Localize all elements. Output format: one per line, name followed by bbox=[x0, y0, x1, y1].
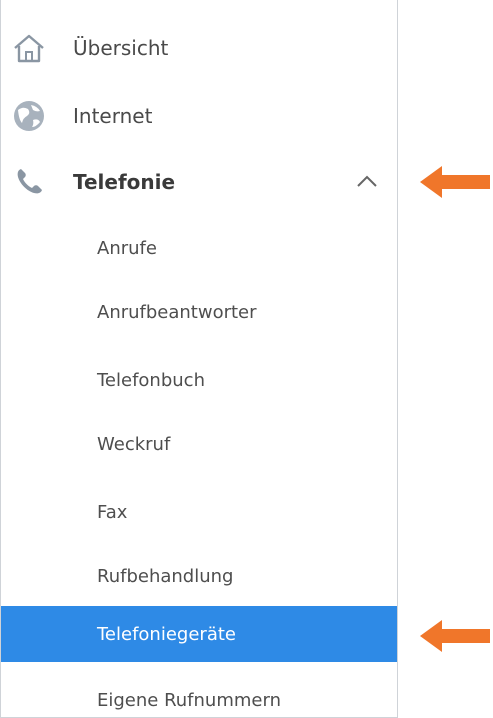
submenu-item-label: Weckruf bbox=[97, 433, 171, 455]
sidebar-item-uebersicht[interactable]: Übersicht bbox=[1, 20, 397, 76]
submenu-item-label: Telefonbuch bbox=[97, 369, 205, 391]
sidebar-item-internet[interactable]: Internet bbox=[1, 88, 397, 144]
sidebar-item-label: Internet bbox=[73, 104, 153, 128]
submenu-item-anrufe[interactable]: Anrufe bbox=[1, 220, 397, 276]
submenu-item-label: Anrufe bbox=[97, 237, 157, 259]
arrow-left-icon bbox=[420, 618, 490, 654]
submenu-item-fax[interactable]: Fax bbox=[1, 484, 397, 540]
chevron-up-icon[interactable] bbox=[353, 168, 381, 196]
submenu-item-eigene-rufnummern[interactable]: Eigene Rufnummern bbox=[1, 672, 397, 717]
submenu-item-telefoniegeraete[interactable]: Telefoniegeräte bbox=[1, 606, 397, 662]
sidebar-item-label: Telefonie bbox=[73, 170, 176, 194]
submenu-item-label: Eigene Rufnummern bbox=[97, 689, 281, 711]
submenu-item-label: Rufbehandlung bbox=[97, 565, 234, 587]
phone-icon bbox=[9, 162, 49, 202]
submenu-item-telefonbuch[interactable]: Telefonbuch bbox=[1, 352, 397, 408]
submenu-item-label: Anrufbeantworter bbox=[97, 301, 257, 323]
submenu-item-label: Fax bbox=[97, 501, 128, 523]
submenu-item-weckruf[interactable]: Weckruf bbox=[1, 416, 397, 472]
sidebar-item-label: Übersicht bbox=[73, 36, 169, 60]
home-icon bbox=[9, 28, 49, 68]
sidebar-item-telefonie[interactable]: Telefonie bbox=[1, 154, 397, 210]
submenu-item-anrufbeantworter[interactable]: Anrufbeantworter bbox=[1, 284, 397, 340]
submenu-item-rufbehandlung[interactable]: Rufbehandlung bbox=[1, 548, 397, 604]
arrow-left-icon bbox=[420, 164, 490, 200]
submenu-item-label: Telefoniegeräte bbox=[97, 623, 236, 645]
sidebar-navigation: Übersicht Internet Telefonie Anrufe Anru… bbox=[0, 0, 398, 718]
globe-icon bbox=[9, 96, 49, 136]
